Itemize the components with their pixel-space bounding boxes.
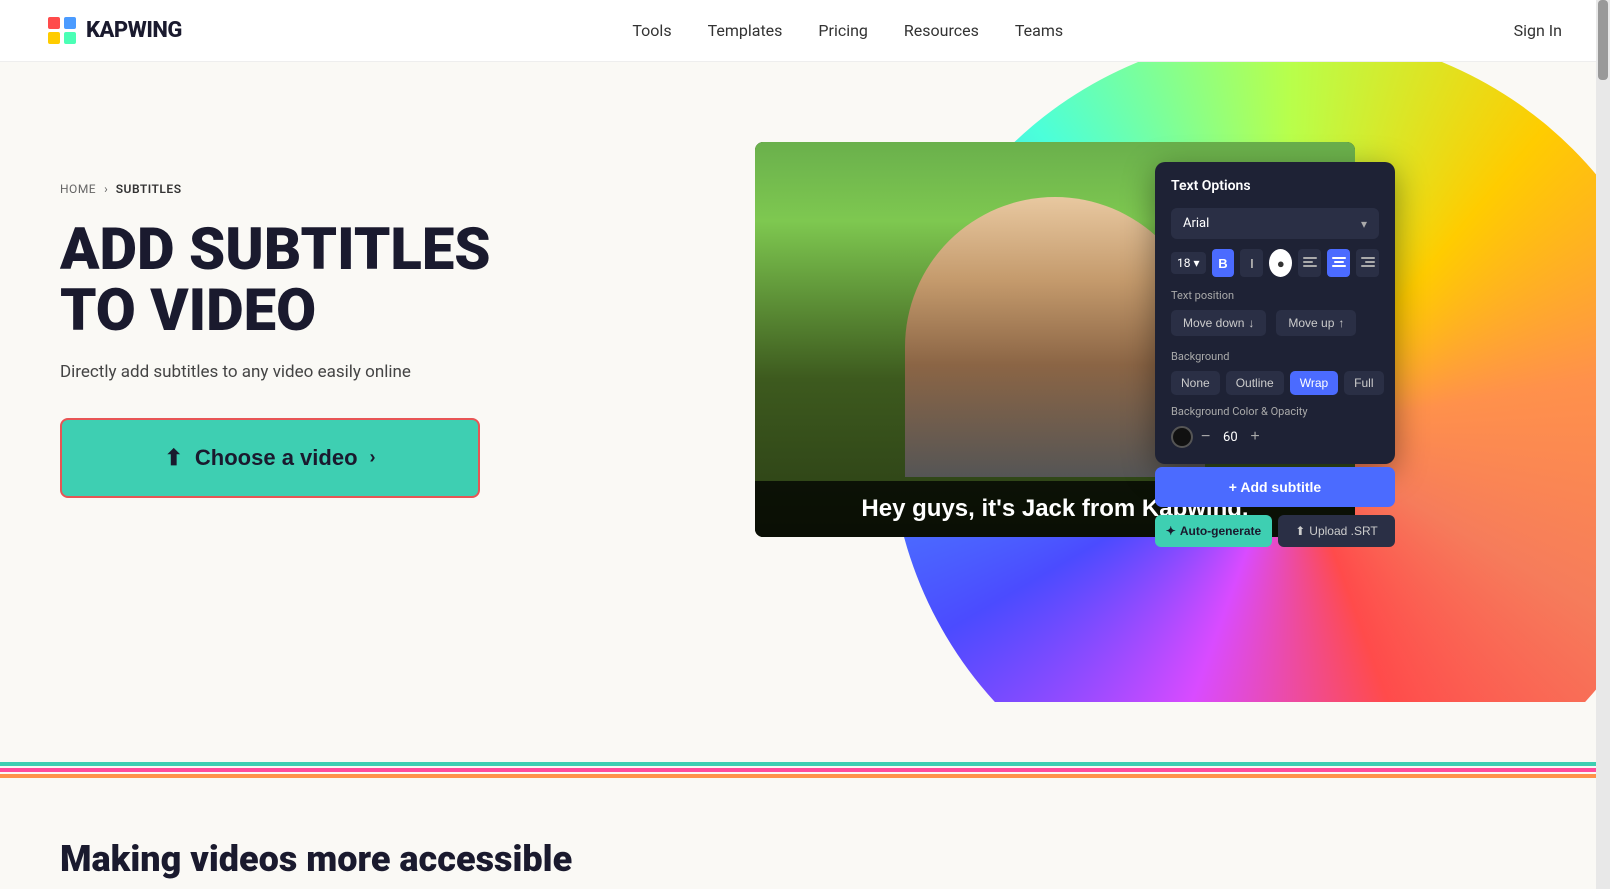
align-right-button[interactable] [1356,249,1379,277]
hero-right: Text Options Arial ▾ 18 ▾ B I ● [580,122,1550,537]
hero-title-line1: ADD SUBTITLES [60,216,491,284]
panel-title: Text Options [1171,178,1379,194]
scrollbar[interactable] [1596,0,1610,889]
size-chevron-icon: ▾ [1194,256,1200,270]
bottom-title: Making videos more accessible [60,838,1550,880]
bg-none-button[interactable]: None [1171,371,1220,395]
auto-generate-button[interactable]: ✦ Auto-generate [1155,515,1272,547]
breadcrumb: HOME › SUBTITLES [60,182,580,196]
upload-srt-label: Upload .SRT [1309,524,1377,538]
font-size-select[interactable]: 18 ▾ [1171,252,1206,274]
breadcrumb-home[interactable]: HOME [60,182,96,196]
opacity-decrease-button[interactable]: − [1201,428,1210,446]
orange-line [0,774,1610,778]
logo-icon [48,17,76,44]
pink-line [0,768,1610,772]
breadcrumb-current: SUBTITLES [116,182,182,196]
action-buttons: + Add subtitle ✦ Auto-generate ⬆ Upload … [1155,467,1395,547]
nav-links: Tools Templates Pricing Resources Teams [632,21,1063,40]
text-options-panel: Text Options Arial ▾ 18 ▾ B I ● [1155,162,1395,464]
background-options-row: None Outline Wrap Full [1171,371,1379,395]
up-arrow-icon: ↑ [1338,316,1344,330]
teal-line [0,762,1610,766]
nav-pricing[interactable]: Pricing [818,21,868,40]
add-subtitle-button[interactable]: + Add subtitle [1155,467,1395,507]
align-center-button[interactable] [1327,249,1350,277]
logo-text: KAPWING [86,18,182,43]
color-divider [0,762,1610,778]
upload-icon: ⬆ [164,445,182,471]
logo-sq-blue [64,17,76,29]
nav-tools[interactable]: Tools [632,21,671,40]
font-name: Arial [1183,216,1209,231]
hero-section: HOME › SUBTITLES ADD SUBTITLES TO VIDEO … [0,62,1610,702]
text-position-label: Text position [1171,289,1379,302]
bottom-section: Making videos more accessible [0,778,1610,880]
scrollbar-thumb[interactable] [1598,0,1608,80]
color-picker-button[interactable]: ● [1269,249,1292,277]
align-left-button[interactable] [1298,249,1321,277]
chevron-down-icon: ▾ [1361,217,1367,231]
auto-gen-label: Auto-generate [1180,524,1261,538]
breadcrumb-separator: › [104,182,108,196]
arrow-icon: › [370,447,376,468]
font-size-value: 18 [1177,256,1191,270]
hero-subtitle: Directly add subtitles to any video easi… [60,362,580,382]
background-label: Background [1171,350,1379,363]
bg-color-row: − 60 + [1171,426,1379,448]
video-container: Text Options Arial ▾ 18 ▾ B I ● [755,142,1375,537]
bg-full-button[interactable]: Full [1344,371,1383,395]
bg-wrap-button[interactable]: Wrap [1290,371,1338,395]
upload-srt-button[interactable]: ⬆ Upload .SRT [1278,515,1395,547]
choose-video-button[interactable]: ⬆ Choose a video › [60,418,480,498]
color-swatch[interactable] [1171,426,1193,448]
bg-color-label: Background Color & Opacity [1171,405,1379,418]
upload-srt-icon: ⬆ [1295,524,1305,538]
logo[interactable]: KAPWING [48,17,182,44]
nav-templates[interactable]: Templates [708,21,783,40]
italic-button[interactable]: I [1240,249,1263,277]
opacity-increase-button[interactable]: + [1250,428,1259,446]
background-section: Background None Outline Wrap Full [1171,350,1379,395]
hero-title: ADD SUBTITLES TO VIDEO [60,220,580,342]
format-row: 18 ▾ B I ● [1171,249,1379,277]
opacity-value: 60 [1218,430,1242,445]
nav-resources[interactable]: Resources [904,21,979,40]
logo-sq-teal [64,32,76,44]
navbar: KAPWING Tools Templates Pricing Resource… [0,0,1610,62]
bold-button[interactable]: B [1212,249,1235,277]
font-select[interactable]: Arial ▾ [1171,208,1379,239]
move-down-label: Move down [1183,316,1244,330]
sign-in-button[interactable]: Sign In [1514,21,1562,40]
nav-teams[interactable]: Teams [1015,21,1063,40]
bg-outline-button[interactable]: Outline [1226,371,1284,395]
sub-action-row: ✦ Auto-generate ⬆ Upload .SRT [1155,515,1395,547]
logo-sq-red [48,17,60,29]
logo-sq-yellow [48,32,60,44]
move-up-button[interactable]: Move up ↑ [1276,310,1356,336]
move-down-button[interactable]: Move down ↓ [1171,310,1266,336]
hero-title-line2: TO VIDEO [60,277,316,345]
hero-left: HOME › SUBTITLES ADD SUBTITLES TO VIDEO … [60,122,580,498]
cta-label: Choose a video [195,445,358,471]
position-row: Move down ↓ Move up ↑ [1171,310,1379,336]
sparkle-icon: ✦ [1166,524,1176,538]
down-arrow-icon: ↓ [1248,316,1254,330]
move-up-label: Move up [1288,316,1334,330]
